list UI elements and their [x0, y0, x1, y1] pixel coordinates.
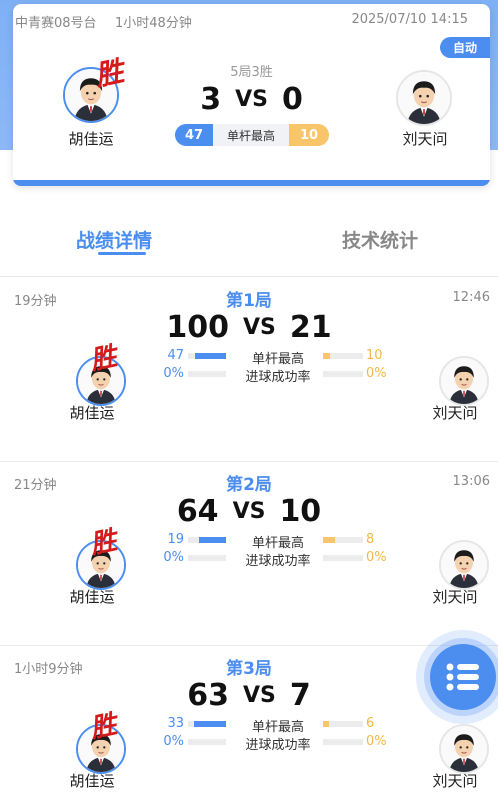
tab-bar: 战绩详情 技术统计 [0, 222, 498, 262]
right-player-name: 刘天问 [402, 130, 448, 148]
game-score-left: 64 [176, 494, 219, 529]
stat-right-bar [323, 371, 363, 377]
stat-left-bar [188, 371, 226, 377]
stat-left-value: 0% [163, 734, 184, 749]
stat-right-bar [323, 739, 363, 745]
game-clock: 13:06 [452, 474, 490, 489]
player-avatar-icon [398, 72, 450, 124]
stat-left-value: 0% [163, 550, 184, 565]
stat-right-bar [323, 555, 363, 561]
active-tab-indicator [98, 252, 146, 255]
stat-right-bar [323, 353, 363, 359]
stat-right-value: 0% [366, 734, 387, 749]
match-score-left: 3 [200, 82, 222, 117]
right-player-name: 刘天问 [432, 772, 478, 790]
right-player-avatar[interactable] [439, 540, 489, 590]
game-score: 64 VS 10 [0, 494, 498, 529]
game-title: 第1局 [226, 291, 272, 311]
vs-label: VS [243, 683, 276, 708]
stat-right-value: 0% [366, 550, 387, 565]
game-title: 第2局 [226, 475, 272, 495]
high-break-left: 47 [175, 124, 213, 146]
vs-label: VS [232, 499, 266, 524]
game-card[interactable]: 19分钟 第1局 12:46 100 VS 21 胜胡佳运 刘天问 47 单杆最高 10 0% 进球成功… [0, 278, 498, 458]
stat-left-bar [188, 555, 226, 561]
left-player-name: 胡佳运 [68, 130, 114, 148]
stat-right-value: 10 [366, 348, 383, 363]
high-break-label: 单杆最高 [213, 124, 289, 146]
stat-right-value: 8 [366, 532, 375, 547]
menu-fab-button[interactable] [430, 644, 496, 710]
divider [0, 276, 498, 277]
stat-row: 33 单杆最高 6 [160, 716, 390, 735]
stat-label: 进球成功率 [245, 738, 311, 753]
stat-row: 0% 进球成功率 0% [160, 366, 390, 385]
player-avatar-icon [441, 542, 487, 588]
auto-mode-badge[interactable]: 自动 [440, 37, 490, 58]
stat-left-bar [188, 537, 226, 543]
match-score-right: 0 [281, 82, 303, 117]
stat-label: 进球成功率 [245, 554, 311, 569]
stat-left-value: 33 [167, 716, 184, 731]
stat-left-bar [188, 721, 226, 727]
stat-left-bar [188, 739, 226, 745]
stat-row: 0% 进球成功率 0% [160, 734, 390, 753]
stat-label: 单杆最高 [251, 720, 304, 735]
vs-label: VS [243, 315, 276, 340]
stat-right-value: 6 [366, 716, 375, 731]
stat-row: 47 单杆最高 10 [160, 348, 390, 367]
list-menu-icon [446, 663, 479, 691]
game-score-right: 7 [289, 678, 311, 713]
right-player-avatar[interactable] [439, 356, 489, 406]
right-player-name: 刘天问 [432, 588, 478, 606]
match-duration: 1小时48分钟 [115, 16, 192, 31]
player-avatar-icon [441, 358, 487, 404]
stat-row: 0% 进球成功率 0% [160, 550, 390, 569]
stat-left-value: 0% [163, 366, 184, 381]
stat-label: 进球成功率 [245, 370, 311, 385]
high-break-right: 10 [289, 124, 329, 146]
stat-left-bar [188, 353, 226, 359]
game-score: 100 VS 21 [0, 310, 498, 345]
stat-label: 单杆最高 [251, 352, 304, 367]
venue-label: 中青赛08号台 [15, 16, 97, 31]
match-summary-card: 中青赛08号台 1小时48分钟 2025/07/10 14:15 自动 胜 胡佳… [13, 4, 490, 186]
stat-left-value: 47 [167, 348, 184, 363]
game-score-left: 63 [187, 678, 229, 713]
stat-right-bar [323, 721, 363, 727]
right-player-name: 刘天问 [432, 404, 478, 422]
stat-left-value: 19 [167, 532, 184, 547]
game-card[interactable]: 21分钟 第2局 13:06 64 VS 10 胜胡佳运 刘天问 19 单杆最高 8 0% 进球成功率 0… [0, 462, 498, 642]
right-player-avatar[interactable] [396, 70, 452, 126]
match-datetime: 2025/07/10 14:15 [351, 12, 468, 27]
game-score-right: 10 [279, 494, 322, 529]
left-player-name: 胡佳运 [69, 588, 115, 606]
stat-row: 19 单杆最高 8 [160, 532, 390, 551]
game-clock: 12:46 [452, 290, 490, 305]
right-player-avatar[interactable] [439, 724, 489, 774]
stat-right-value: 0% [366, 366, 387, 381]
stat-right-bar [323, 537, 363, 543]
left-player-name: 胡佳运 [69, 404, 115, 422]
game-score-right: 21 [289, 310, 332, 345]
high-break-summary: 47 单杆最高 10 [175, 124, 329, 146]
game-score-left: 100 [166, 310, 229, 345]
tab-match-details[interactable]: 战绩详情 [76, 226, 152, 253]
stat-label: 单杆最高 [251, 536, 304, 551]
left-player-name: 胡佳运 [69, 772, 115, 790]
card-accent-bar [13, 180, 490, 186]
player-avatar-icon [441, 726, 487, 772]
vs-label: VS [235, 87, 268, 112]
tab-technical-stats[interactable]: 技术统计 [342, 226, 418, 253]
